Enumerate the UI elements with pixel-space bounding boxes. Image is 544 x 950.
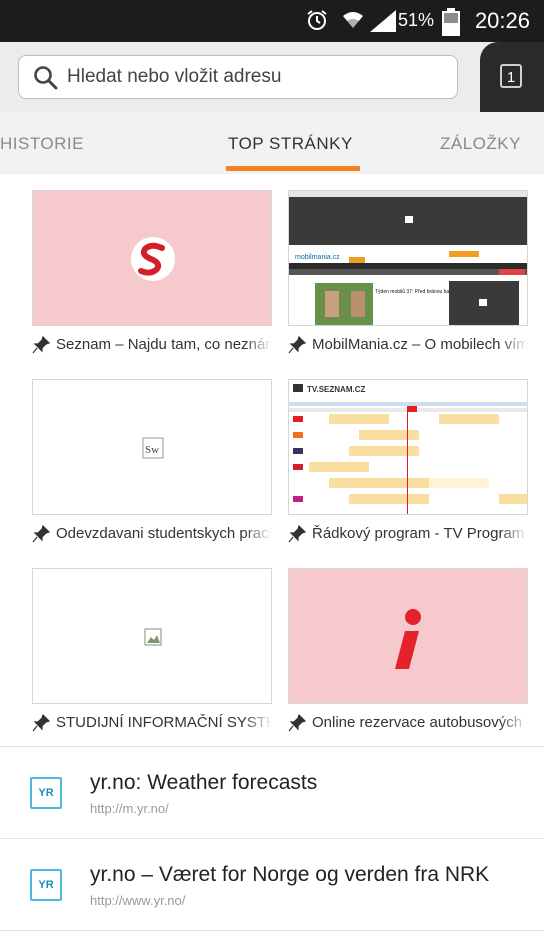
tabs-button[interactable]: 1 — [480, 42, 544, 112]
pin-icon — [288, 525, 306, 543]
info-logo-icon — [395, 609, 421, 669]
top-site-tile[interactable]: Online rezervace autobusových — [288, 568, 528, 733]
browser-toolbar: Hledat nebo vložit adresu 1 — [0, 42, 544, 112]
mobilmania-logo: mobilmania.cz — [295, 254, 340, 261]
battery-percent: 51% — [397, 10, 434, 30]
clock: 20:26 — [474, 8, 530, 33]
active-tab-indicator — [226, 166, 360, 171]
broken-image-icon — [144, 628, 162, 646]
top-sites-grid: Seznam – Najdu tam, co neznám mobilmania… — [0, 174, 544, 746]
top-site-thumbnail: Sw — [32, 379, 272, 515]
tvseznam-screenshot: TV.SEZNAM.CZ — [289, 384, 527, 514]
top-site-label: STUDIJNÍ INFORMAČNÍ SYSTÉM — [56, 714, 272, 731]
top-site-label: Odevzdavani studentskych prací — [56, 525, 272, 542]
top-site-label: Online rezervace autobusových — [312, 714, 523, 731]
mobilmania-screenshot: mobilmania.cz Týden mobilů 37: Před brán… — [289, 191, 527, 325]
top-site-tile[interactable]: Sw Odevzdavani studentskych prací — [32, 379, 272, 544]
list-item[interactable]: YR yr.no – Været for Norge og verden fra… — [0, 838, 544, 930]
top-site-label: MobilMania.cz – O mobilech vím — [312, 336, 528, 353]
top-site-tile[interactable]: mobilmania.cz Týden mobilů 37: Před brán… — [288, 190, 528, 355]
panel-tab-strip: HISTORIE TOP STRÁNKY ZÁLOŽKY — [0, 112, 544, 175]
url-bar[interactable]: Hledat nebo vložit adresu — [18, 55, 458, 99]
list-item[interactable]: YR yr.no: Weather forecasts http://m.yr.… — [0, 746, 544, 838]
yr-favicon-icon: YR — [30, 869, 62, 901]
top-site-label: Seznam – Najdu tam, co neznám — [56, 336, 272, 353]
top-site-thumbnail — [32, 568, 272, 704]
top-site-tile[interactable]: STUDIJNÍ INFORMAČNÍ SYSTÉM — [32, 568, 272, 733]
yr-favicon-icon: YR — [30, 777, 62, 809]
top-site-thumbnail — [32, 190, 272, 326]
tvseznam-logo: TV.SEZNAM.CZ — [307, 385, 365, 394]
list-item-url: http://www.yr.no/ — [90, 893, 186, 908]
top-site-tile[interactable]: TV.SEZNAM.CZ Řádkový program - TV Progra… — [288, 379, 528, 544]
wifi-icon — [343, 12, 363, 28]
battery-icon — [442, 8, 460, 36]
tab-count: 1 — [500, 64, 522, 88]
pin-icon — [32, 336, 50, 354]
list-item-title: yr.no – Været for Norge og verden fra NR… — [90, 863, 490, 886]
top-site-thumbnail: mobilmania.cz Týden mobilů 37: Před brán… — [288, 190, 528, 326]
tab-history[interactable]: HISTORIE — [0, 134, 84, 154]
top-site-thumbnail: TV.SEZNAM.CZ — [288, 379, 528, 515]
search-icon — [34, 66, 58, 90]
status-bar: 51% 20:26 — [0, 0, 544, 42]
list-item-url: http://m.yr.no/ — [90, 801, 169, 816]
pin-icon — [288, 714, 306, 732]
top-site-tile[interactable]: Seznam – Najdu tam, co neznám — [32, 190, 272, 355]
list-item-title: yr.no: Weather forecasts — [90, 771, 318, 794]
history-list: YR yr.no: Weather forecasts http://m.yr.… — [0, 746, 544, 950]
url-placeholder: Hledat nebo vložit adresu — [67, 66, 282, 87]
top-site-label: Řádkový program - TV Program — [312, 525, 525, 542]
tab-bookmarks[interactable]: ZÁLOŽKY — [440, 134, 521, 154]
list-item — [0, 930, 544, 950]
tab-top-sites[interactable]: TOP STRÁNKY — [228, 134, 353, 154]
pin-icon — [288, 336, 306, 354]
seznam-logo-icon — [131, 237, 175, 281]
pin-icon — [32, 714, 50, 732]
top-site-thumbnail — [288, 568, 528, 704]
alarm-icon — [307, 10, 327, 30]
sw-glyph: Sw — [145, 444, 159, 456]
sw-favicon-icon: Sw — [142, 437, 164, 459]
pin-icon — [32, 525, 50, 543]
signal-icon — [370, 10, 396, 32]
